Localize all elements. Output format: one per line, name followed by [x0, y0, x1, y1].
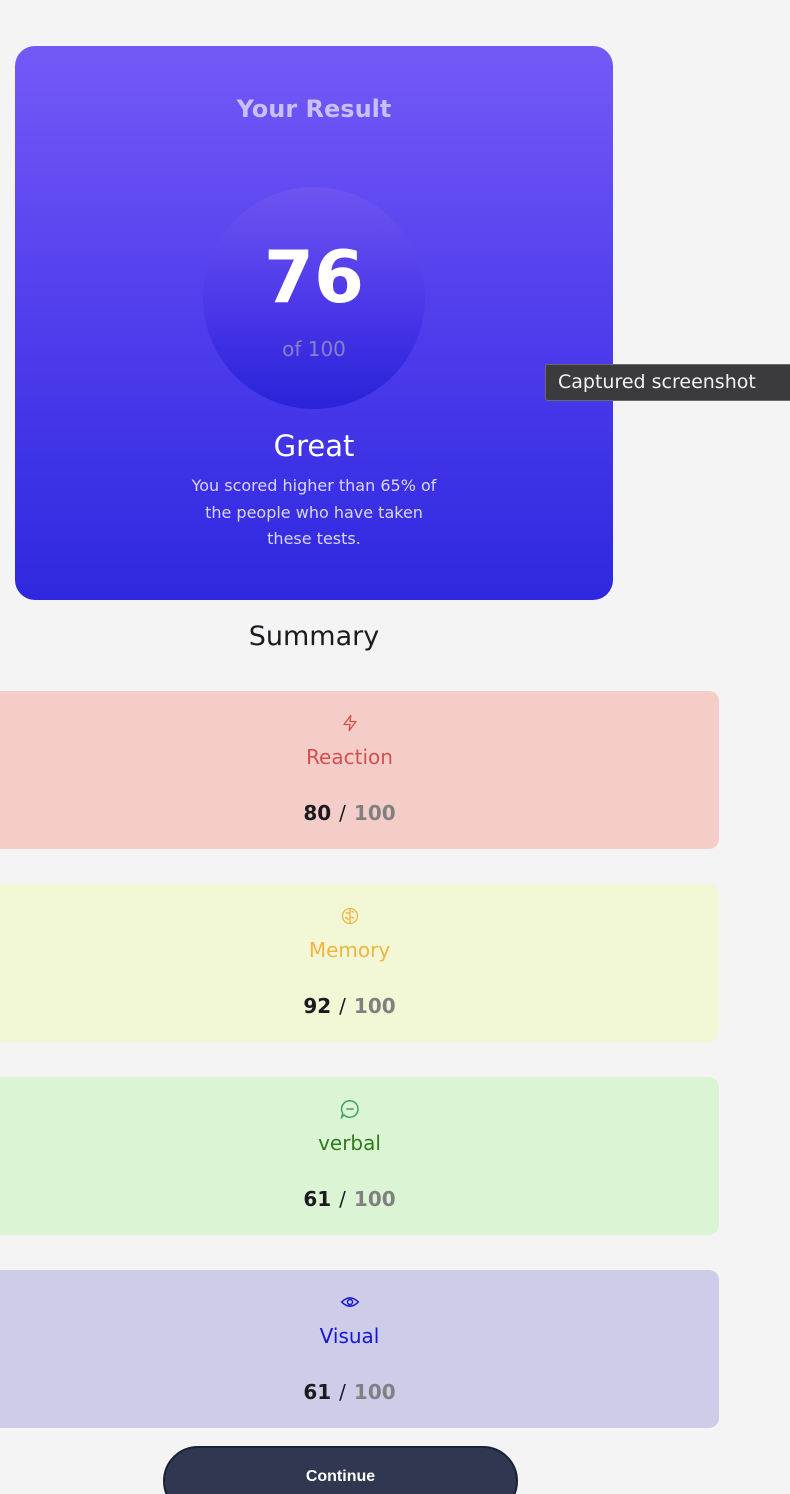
rating-description: You scored higher than 65% of the people…	[191, 476, 437, 548]
rating-label: Great	[273, 429, 355, 463]
category-label: verbal	[318, 1131, 381, 1155]
score-out-of: of 100	[282, 337, 346, 361]
category-score: 80 / 100	[0, 799, 719, 827]
lightning-icon	[0, 711, 719, 735]
score-max: 100	[353, 801, 396, 825]
score-circle: 76 of 100	[203, 187, 425, 409]
category-label: Reaction	[306, 745, 393, 769]
score-separator: /	[339, 994, 346, 1018]
score-separator: /	[339, 801, 346, 825]
score-max: 100	[353, 1187, 396, 1211]
summary-card-memory: Memory 92 / 100	[0, 884, 719, 1042]
summary-card-reaction: Reaction 80 / 100	[0, 691, 719, 849]
score-value: 76	[263, 235, 365, 319]
category-score: 92 / 100	[0, 992, 719, 1020]
summary-card-visual: Visual 61 / 100	[0, 1270, 719, 1428]
category-label: Visual	[319, 1324, 380, 1348]
eye-icon	[0, 1290, 719, 1314]
category-score: 61 / 100	[0, 1378, 719, 1406]
category-label: Memory	[308, 938, 391, 962]
score-separator: /	[339, 1187, 346, 1211]
result-card: Your Result 76 of 100 Great You scored h…	[15, 46, 613, 600]
score-value: 80	[303, 801, 332, 825]
score-value: 61	[303, 1380, 332, 1404]
score-value: 61	[303, 1187, 332, 1211]
continue-button[interactable]: Continue	[163, 1446, 518, 1494]
captured-screenshot-tooltip: Captured screenshot	[545, 364, 790, 401]
score-value: 92	[303, 994, 332, 1018]
category-score: 61 / 100	[0, 1185, 719, 1213]
result-title: Your Result	[236, 95, 392, 123]
score-separator: /	[339, 1380, 346, 1404]
summary-heading: Summary	[248, 621, 380, 652]
chat-bubble-icon	[0, 1097, 719, 1121]
score-max: 100	[353, 1380, 396, 1404]
summary-card-verbal: verbal 61 / 100	[0, 1077, 719, 1235]
brain-icon	[0, 904, 719, 928]
score-max: 100	[353, 994, 396, 1018]
